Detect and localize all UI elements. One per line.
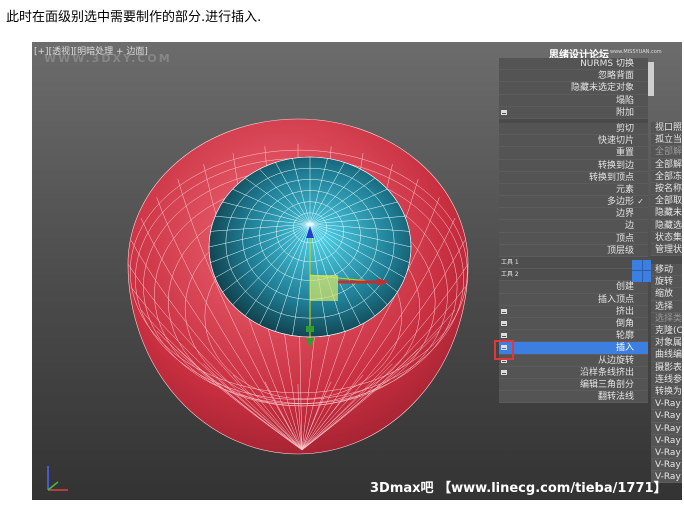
perspective-viewport[interactable]: [+][透视][明暗处理 + 边面] WWW.3DXY.COM 思绪设计论坛 w…: [32, 42, 682, 500]
menu-item[interactable]: 移动: [651, 264, 682, 277]
menu-item-label: NURMS 切换: [580, 59, 634, 69]
menu-item[interactable]: 转换到边: [499, 159, 648, 172]
menu-item[interactable]: 挤出: [499, 305, 648, 318]
menu-item-label: 快速切片: [597, 136, 634, 147]
menu-item-label: 忽略背面: [597, 71, 634, 82]
menu-item-label: 顶点: [615, 233, 634, 244]
menu-item[interactable]: 全部解: [651, 158, 682, 171]
menu-item[interactable]: 剪切: [499, 122, 648, 136]
quad-menu-right: 视口照 孤立当 全部解 全部解 全部冻 按名称 全部取 隐藏未 隐藏选 状态集 管理状 移动 旋转 缩放选…: [651, 122, 682, 484]
menu-item[interactable]: 按名称: [651, 182, 682, 196]
menu-item-label: 插入顶点: [597, 294, 634, 305]
menu-item-label: 隐藏未选定对象: [570, 83, 634, 94]
menu-item-label: 轮廓: [615, 331, 634, 342]
settings-box-icon[interactable]: [501, 109, 507, 115]
menu-item-label: 从边旋转: [597, 355, 634, 366]
instruction-caption: 此时在面级别选中需要制作的部分.进行插入.: [6, 10, 262, 25]
menu-item[interactable]: 忽略背面: [499, 70, 648, 83]
menu-item[interactable]: V-Ray: [651, 398, 682, 411]
menu-item[interactable]: V-Ray: [651, 434, 682, 447]
menu-item[interactable]: 全部解: [651, 146, 682, 159]
menu-item[interactable]: 创建: [499, 281, 648, 294]
menu-item[interactable]: NURMS 切换: [499, 58, 648, 71]
menu-item[interactable]: 从边旋转: [499, 354, 648, 367]
menu-item[interactable]: 选择: [651, 300, 682, 313]
menu-item[interactable]: 倒角: [499, 317, 648, 331]
menu-item[interactable]: V-Ray: [651, 459, 682, 472]
quad-menu-left: NURMS 切换忽略背面 隐藏未选定对象 塌陷 附加剪切快速切片 重置 转换到边 转换到顶点…: [499, 58, 648, 404]
menu-item-label: 挤出: [615, 306, 634, 317]
menu-item-label: 转换到边: [597, 160, 634, 171]
menu-item[interactable]: 边界: [499, 208, 648, 221]
menu-item[interactable]: 轮廓: [499, 330, 648, 343]
menu-item[interactable]: 边: [499, 220, 648, 233]
settings-box-icon[interactable]: [501, 320, 507, 326]
menu-item[interactable]: 旋转: [651, 276, 682, 289]
watermark-3dxy: WWW.3DXY.COM: [44, 52, 172, 65]
menu-item[interactable]: 对象属: [651, 337, 682, 350]
menu-item[interactable]: V-Ray: [651, 410, 682, 423]
menu-item[interactable]: 隐藏未选定对象: [499, 82, 648, 95]
menu-item[interactable]: V-Ray: [651, 422, 682, 435]
highlight-box: [494, 340, 514, 360]
menu-item[interactable]: 翻转法线: [499, 391, 648, 404]
menu-item-label: 顶层级: [606, 245, 634, 256]
menu-item-label: 边界: [615, 209, 634, 220]
menu-item[interactable]: V-Ray: [651, 446, 682, 460]
menu-item[interactable]: 选择类: [651, 312, 682, 325]
menu-item[interactable]: 管理状: [651, 243, 682, 257]
menu-item[interactable]: 沿样条线挤出: [499, 366, 648, 379]
menu-item[interactable]: 隐藏未: [651, 207, 682, 220]
menu-item[interactable]: 顶点: [499, 232, 648, 245]
menu-item[interactable]: 转换到顶点: [499, 171, 648, 184]
site-watermark: 3Dmax吧 【www.linecg.com/tieba/1771】: [370, 481, 667, 496]
menu-item[interactable]: 孤立当: [651, 134, 682, 147]
brand-url: www.MISSYUAN.com: [610, 49, 662, 55]
menu-item[interactable]: 全部冻: [651, 170, 682, 183]
menu-item-label: 创建: [615, 282, 634, 293]
menu-item-label: 边: [624, 221, 634, 232]
menu-item[interactable]: 附加: [499, 106, 648, 119]
menu-item-label: 插入: [615, 343, 634, 354]
menu-item[interactable]: 全部取: [651, 195, 682, 208]
tool-group-header: 工具 1: [499, 257, 648, 270]
menu-item[interactable]: 转换为: [651, 385, 682, 399]
menu-item-label: 重置: [615, 148, 634, 159]
menu-item[interactable]: 顶层级: [499, 244, 648, 257]
menu-item[interactable]: 插入顶点: [499, 293, 648, 306]
menu-item[interactable]: 元素: [499, 183, 648, 197]
check-icon: ✓: [637, 197, 644, 207]
menu-item[interactable]: 塌陷: [499, 94, 648, 107]
settings-box-icon[interactable]: [501, 369, 507, 375]
gizmo-plane: [310, 275, 338, 301]
menu-item-label: 塌陷: [615, 95, 634, 106]
menu-item-label: 附加: [615, 107, 634, 118]
menu-item[interactable]: 摄影表: [651, 361, 682, 374]
settings-box-icon[interactable]: [501, 308, 507, 314]
menu-item[interactable]: 缩放: [651, 288, 682, 301]
menu-item[interactable]: 克隆(C: [651, 325, 682, 338]
settings-box-icon[interactable]: [501, 333, 507, 339]
menu-item-label: 元素: [615, 184, 634, 195]
menu-item-label: 编辑三角剖分: [579, 379, 634, 390]
menu-item[interactable]: 连线参: [651, 373, 682, 386]
menu-item[interactable]: 状态集: [651, 231, 682, 244]
menu-item-insert[interactable]: 插入: [499, 342, 648, 355]
menu-item-label: 翻转法线: [597, 392, 634, 403]
menu-item[interactable]: 视口照: [651, 122, 682, 135]
menu-item-label: 沿样条线挤出: [579, 367, 634, 378]
menu-item[interactable]: 曲线编: [651, 349, 682, 362]
menu-item[interactable]: 编辑三角剖分: [499, 378, 648, 392]
menu-item[interactable]: 多边形 ✓: [499, 196, 648, 209]
menu-item-label: 转换到顶点: [588, 172, 634, 183]
menu-item-label: 多边形: [606, 197, 634, 208]
axis-tripod-icon: [47, 466, 68, 491]
menu-item[interactable]: 隐藏选: [651, 219, 682, 232]
menu-item[interactable]: 重置: [499, 147, 648, 160]
menu-item[interactable]: 快速切片: [499, 135, 648, 148]
menu-item-label: 剪切: [615, 123, 634, 134]
menu-item-label: 倒角: [615, 318, 634, 329]
tool-group-header: 工具 2: [499, 269, 648, 282]
